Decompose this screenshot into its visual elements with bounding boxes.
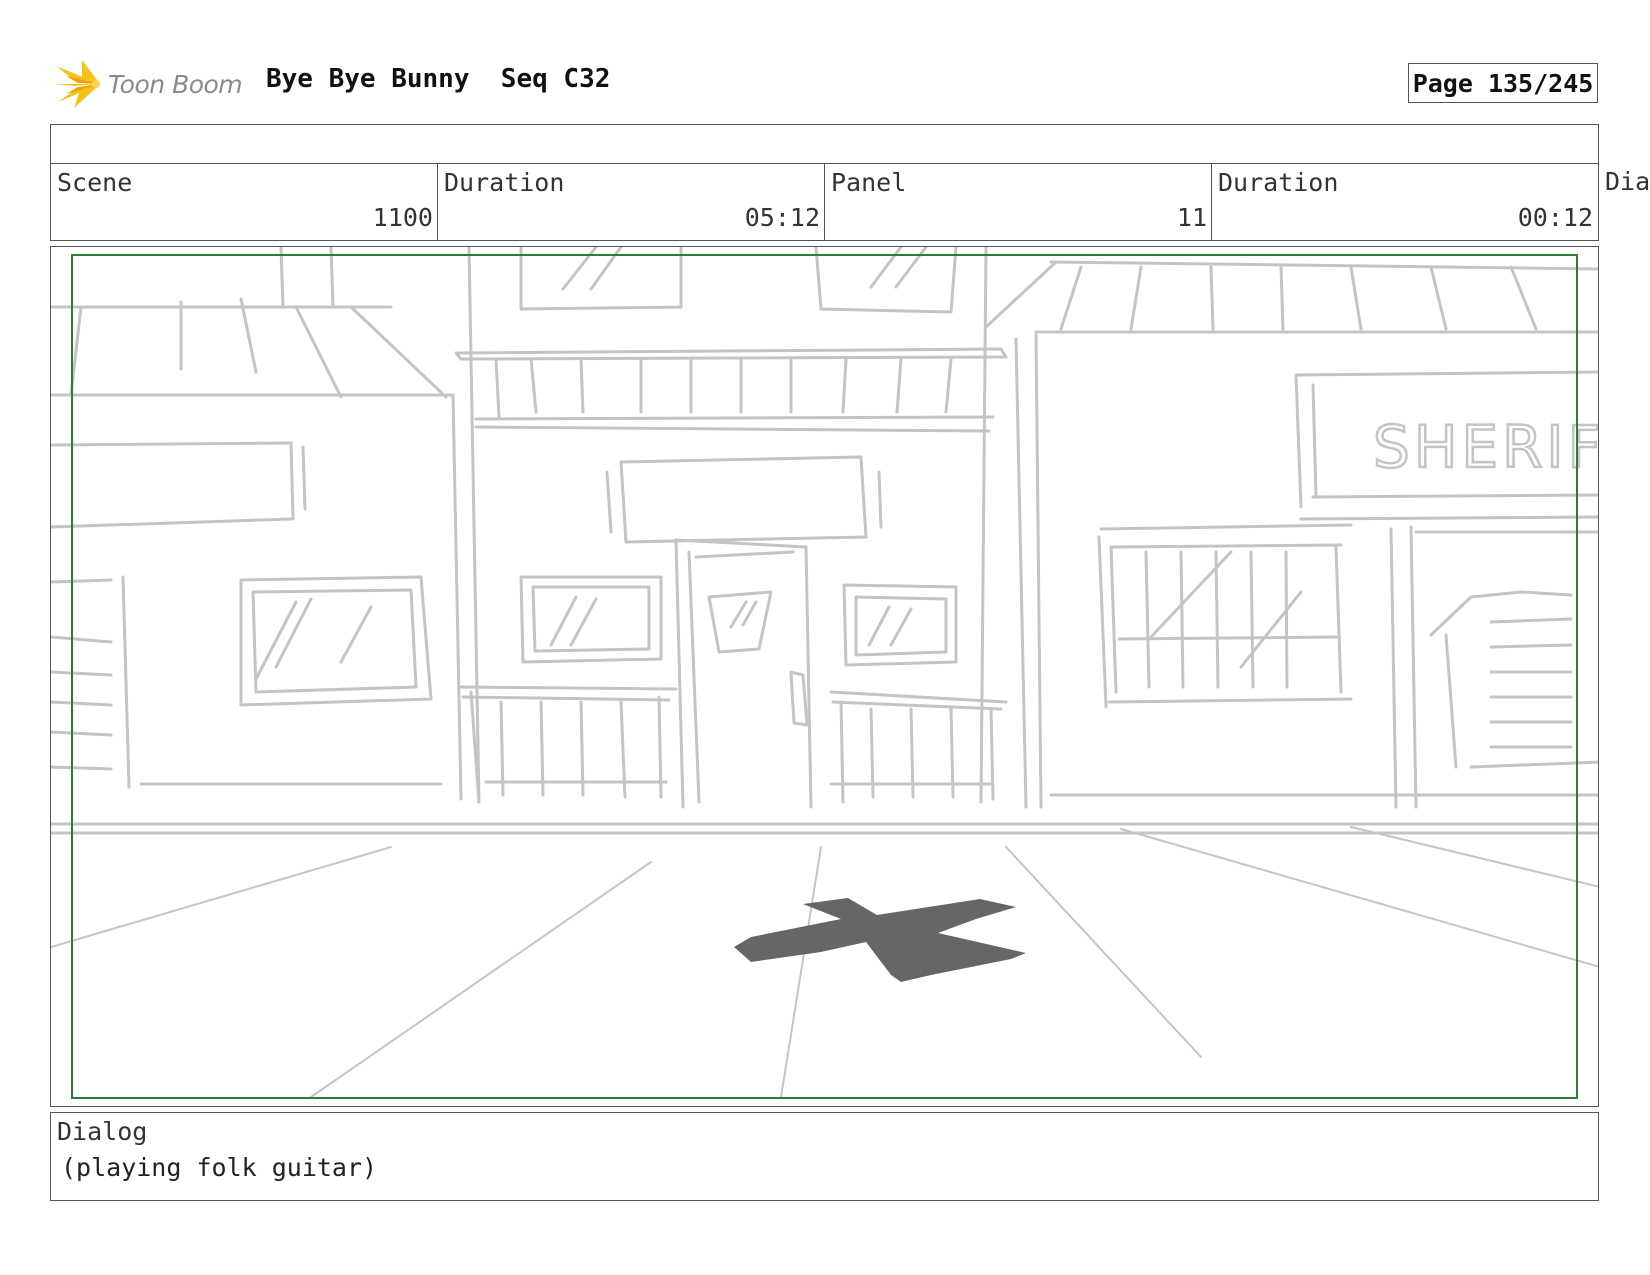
page-indicator: Page 135/245: [1408, 63, 1598, 103]
dialog-box: Dialog (playing folk guitar): [50, 1112, 1599, 1201]
dialog-overflow-label: Dia: [1605, 167, 1650, 196]
starburst-icon: [54, 60, 100, 108]
toon-boom-logo: Toon Boom: [52, 56, 243, 112]
brand-name: Toon Boom: [108, 69, 243, 99]
scene-duration-label: Duration: [444, 168, 565, 197]
camera-frame: [71, 254, 1578, 1099]
panel-duration-cell: Duration 00:12: [1212, 164, 1597, 240]
scene-value: 1100: [372, 203, 433, 232]
scene-cell: Scene 1100: [51, 164, 438, 240]
panel-label: Panel: [831, 168, 907, 197]
storyboard-panel: SHERIF: [50, 246, 1599, 1107]
dialog-label: Dialog: [57, 1117, 148, 1146]
panel-cell: Panel 11: [825, 164, 1212, 240]
info-row: Scene 1100 Duration 05:12 Panel 11 Durat…: [50, 163, 1599, 241]
ground-shadow: [734, 898, 1026, 982]
sheriff-sign-text: SHERIF: [1373, 413, 1599, 481]
panel-value: 11: [1176, 203, 1207, 232]
scene-duration-value: 05:12: [744, 203, 820, 232]
dialog-text: (playing folk guitar): [61, 1153, 378, 1182]
scene-label: Scene: [57, 168, 133, 197]
scene-duration-cell: Duration 05:12: [438, 164, 825, 240]
page-title: Bye Bye Bunny Seq C32: [266, 64, 611, 94]
header-blank-row: [50, 124, 1599, 164]
panel-duration-label: Duration: [1218, 168, 1339, 197]
panel-sketch: SHERIF: [51, 247, 1599, 1099]
panel-duration-value: 00:12: [1517, 203, 1593, 232]
